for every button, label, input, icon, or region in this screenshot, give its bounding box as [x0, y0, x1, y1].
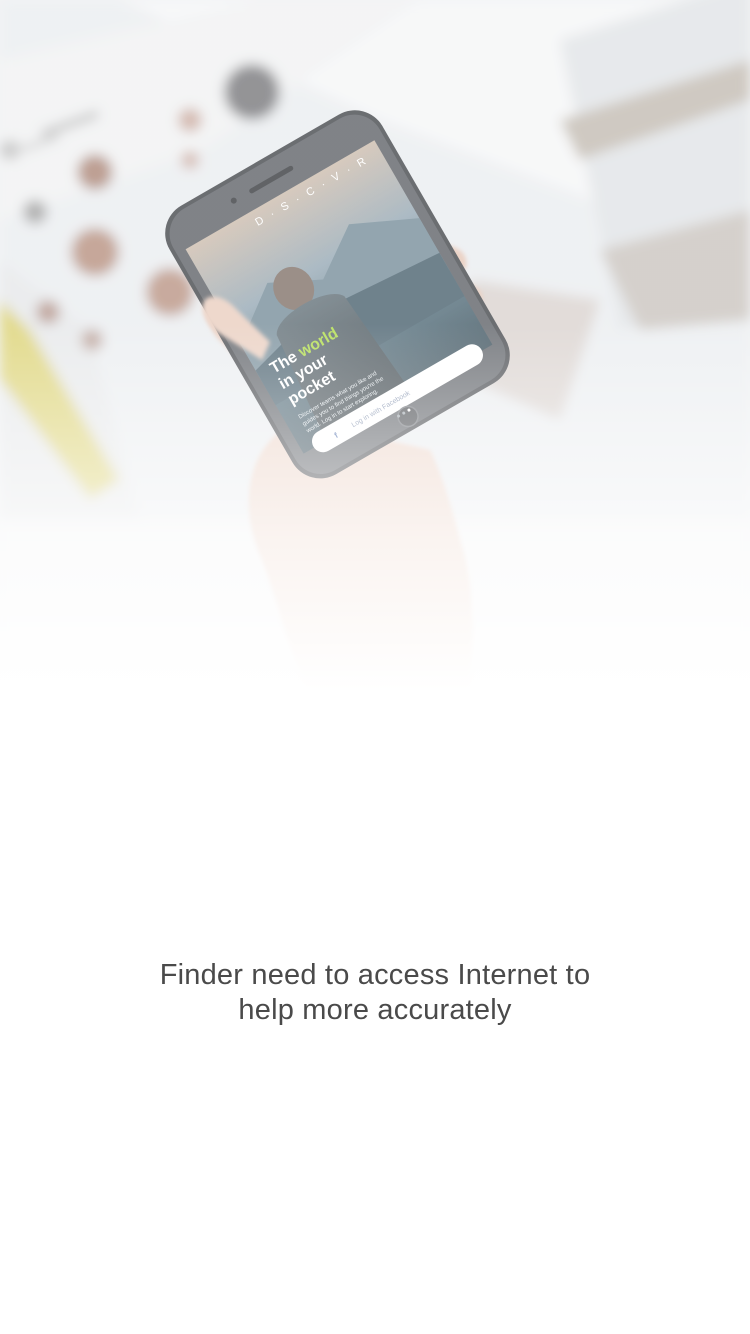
hero-illustration: D · S · C · V · R The world in your pock… — [0, 0, 750, 720]
message-line-1: Finder need to access Internet to — [159, 959, 591, 991]
hero-image: D · S · C · V · R The world in your pock… — [0, 0, 750, 720]
internet-access-message: Finder need to access Internet to help m… — [0, 958, 750, 1028]
message-line-2: help more accurately — [238, 994, 512, 1026]
